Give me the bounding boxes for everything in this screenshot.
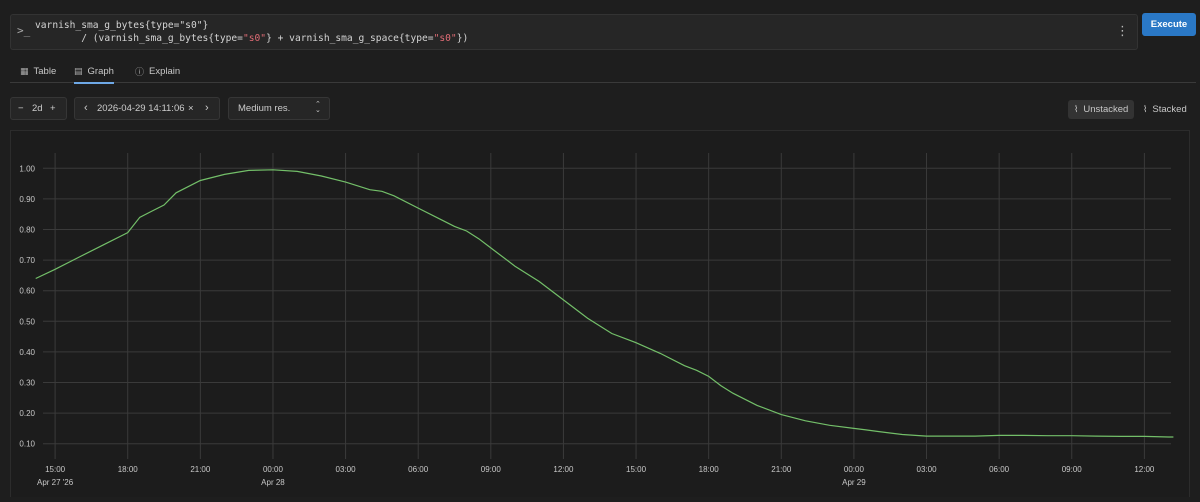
x-tick-label: 21:00	[190, 465, 211, 474]
resolution-select[interactable]: Medium res. ⌃ ⌄	[228, 97, 330, 120]
x-tick-label: 00:00	[263, 465, 284, 474]
x-tick-date-label: Apr 27 '26	[37, 478, 74, 487]
query-line-2: / (varnish_sma_g_bytes{type="s0"} + varn…	[81, 33, 469, 44]
query-line-1: varnish_sma_g_bytes{type="s0"}	[35, 20, 209, 31]
graph-panel: 0.10 0.20 0.30 0.40 0.50 0.60 0.70 0.80 0.90 1.00…	[10, 130, 1190, 497]
y-tick-label: 0.60	[19, 287, 35, 296]
unstacked-button[interactable]: ⌇ Unstacked	[1068, 100, 1135, 119]
stacked-button[interactable]: ⌇ Stacked	[1137, 100, 1193, 119]
x-tick-label: 09:00	[481, 465, 502, 474]
x-tick-label: 15:00	[45, 465, 66, 474]
y-tick-label: 0.10	[19, 440, 35, 449]
y-tick-label: 0.90	[19, 195, 35, 204]
tab-table[interactable]: ▦ Table	[20, 63, 56, 82]
end-time-input[interactable]: 2026-04-29 14:11:06	[97, 103, 185, 114]
y-tick-label: 0.70	[19, 256, 35, 265]
unstacked-icon: ⌇	[1074, 104, 1079, 114]
range-decrease-button[interactable]: −	[18, 103, 24, 114]
table-icon: ▦	[20, 65, 29, 76]
kebab-menu-icon[interactable]: ⋮	[1116, 23, 1129, 39]
x-tick-label: 03:00	[917, 465, 938, 474]
x-tick-label: 15:00	[626, 465, 647, 474]
select-caret-icon: ⌃ ⌄	[315, 101, 321, 114]
x-tick-label: 06:00	[989, 465, 1010, 474]
x-tick-date-label: Apr 28	[261, 478, 285, 487]
x-tick-label: 09:00	[1062, 465, 1083, 474]
next-time-button[interactable]: ›	[205, 102, 209, 114]
x-tick-label: 06:00	[408, 465, 429, 474]
graph-icon: ▤	[74, 65, 83, 76]
range-value[interactable]: 2d	[32, 103, 43, 114]
y-tick-label: 0.20	[19, 409, 35, 418]
info-icon: ⓘ	[135, 66, 145, 77]
prev-time-button[interactable]: ‹	[84, 102, 88, 114]
x-tick-label: 03:00	[336, 465, 357, 474]
series-line	[35, 169, 1174, 438]
x-tick-label: 21:00	[771, 465, 792, 474]
terminal-prompt-icon: >_	[17, 24, 31, 37]
view-tabs: ▦ Table ▤ Graph ⓘ Explain	[10, 60, 1196, 84]
y-tick-label: 0.30	[19, 379, 35, 388]
x-tick-label: 12:00	[1134, 465, 1155, 474]
x-tick-label: 12:00	[553, 465, 574, 474]
y-tick-label: 1.00	[19, 164, 35, 173]
range-control: − 2d +	[10, 97, 67, 120]
x-tick-label: 18:00	[699, 465, 720, 474]
y-tick-label: 0.50	[19, 317, 35, 326]
tab-explain[interactable]: ⓘ Explain	[135, 63, 180, 82]
y-tick-label: 0.40	[19, 348, 35, 357]
query-editor[interactable]: >_ varnish_sma_g_bytes{type="s0"} / (var…	[10, 14, 1138, 50]
execute-button[interactable]: Execute	[1142, 13, 1196, 36]
line-chart[interactable]: 0.10 0.20 0.30 0.40 0.50 0.60 0.70 0.80 0.90 1.00…	[11, 131, 1189, 497]
x-tick-label: 00:00	[844, 465, 865, 474]
range-increase-button[interactable]: +	[50, 103, 56, 114]
x-tick-label: 18:00	[118, 465, 139, 474]
y-tick-label: 0.80	[19, 226, 35, 235]
clear-time-button[interactable]: ×	[188, 103, 194, 114]
end-time-control: ‹ 2026-04-29 14:11:06 × ›	[74, 97, 220, 120]
stacked-icon: ⌇	[1143, 104, 1148, 114]
x-tick-date-label: Apr 29	[842, 478, 866, 487]
tab-graph[interactable]: ▤ Graph	[74, 63, 114, 84]
resolution-value: Medium res.	[238, 103, 291, 114]
